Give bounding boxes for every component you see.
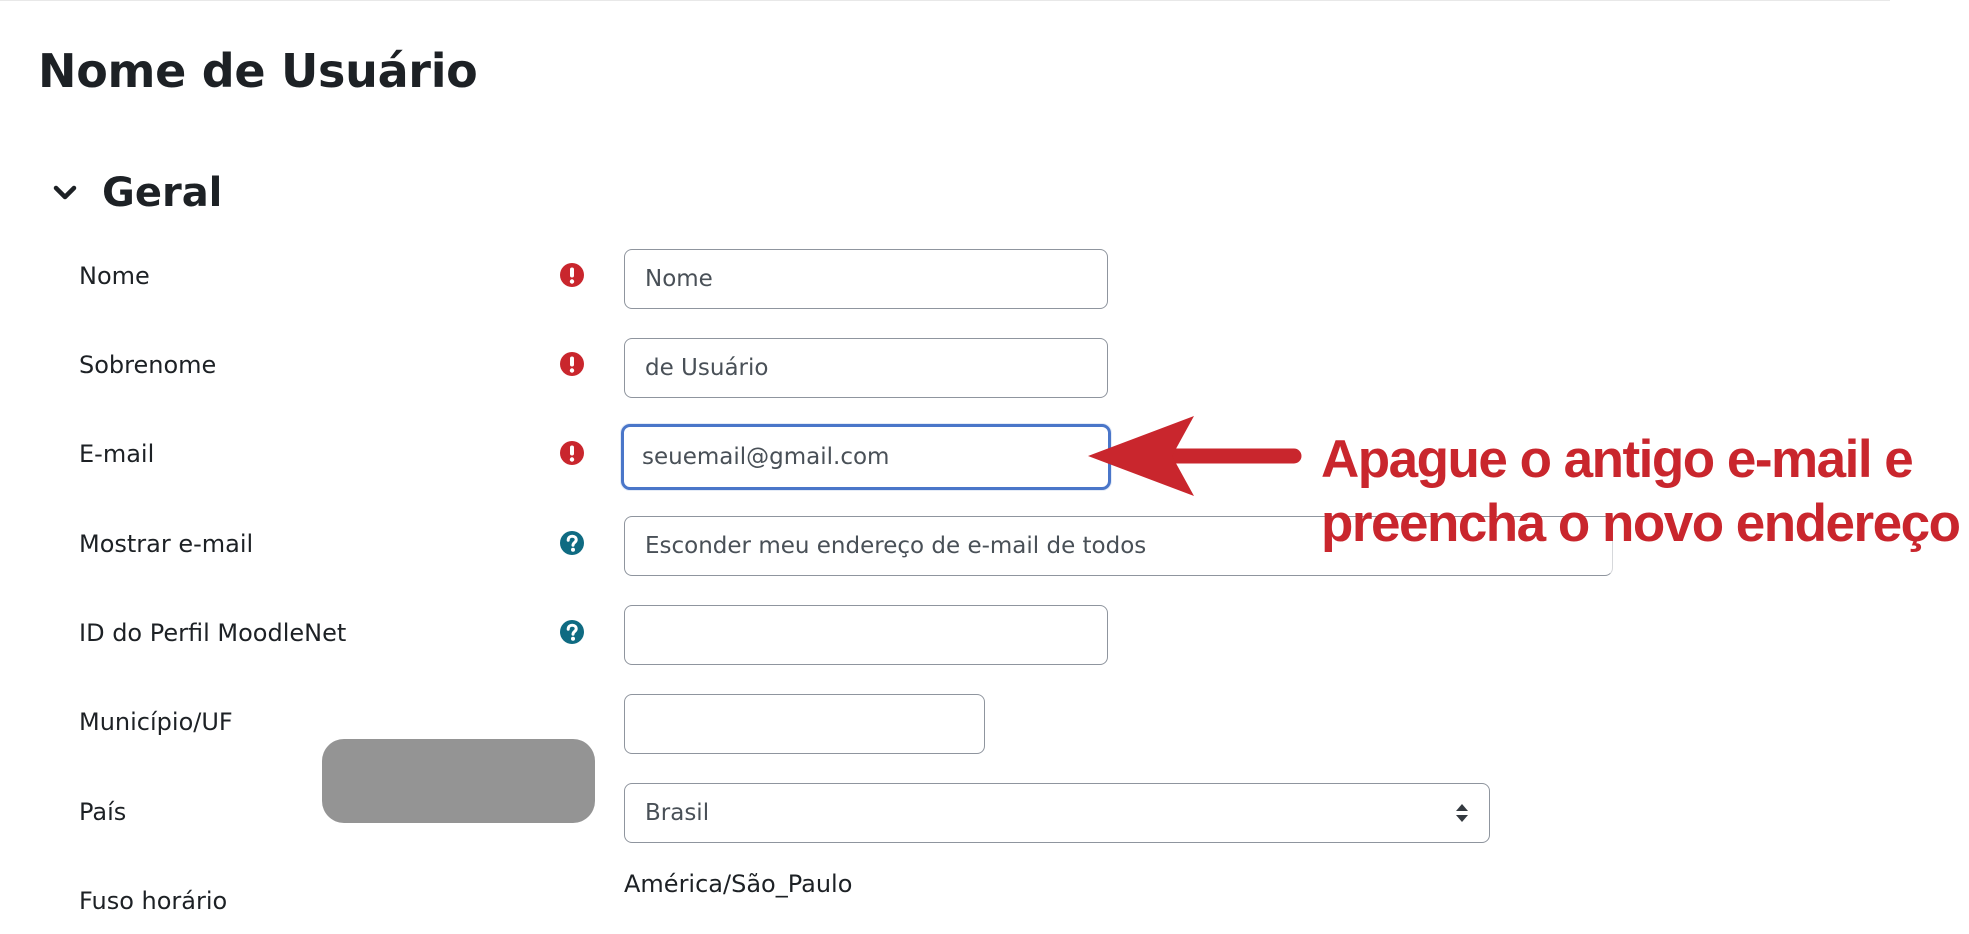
fuso-value: América/São_Paulo (624, 870, 853, 898)
question-circle-icon[interactable] (559, 619, 585, 645)
select-arrows-icon (1456, 804, 1468, 822)
exclamation-circle-icon[interactable] (559, 351, 585, 377)
nome-input[interactable] (624, 249, 1108, 309)
moodlenet-input[interactable] (624, 605, 1108, 665)
section-toggle-geral[interactable]: Geral (48, 170, 222, 216)
section-title: Geral (102, 170, 223, 216)
annotation-line-2: preencha o novo endereço (1321, 494, 1961, 553)
label-fuso: Fuso horário (79, 887, 228, 915)
annotation-line-1: Apague o antigo e-mail e (1321, 430, 1914, 489)
label-mostrar-email: Mostrar e-mail (79, 530, 254, 558)
annotation-arrow-icon (1088, 416, 1302, 496)
pais-selected: Brasil (645, 800, 710, 826)
email-input[interactable] (621, 424, 1111, 490)
question-circle-icon[interactable] (559, 530, 585, 556)
annotation-text: Apague o antigo e-mail e preencha o novo… (1321, 428, 1961, 556)
exclamation-circle-icon[interactable] (559, 262, 585, 288)
label-nome: Nome (79, 262, 150, 290)
label-moodlenet: ID do Perfil MoodleNet (79, 619, 347, 647)
page-title: Nome de Usuário (38, 44, 478, 98)
mostrar-email-selected: Esconder meu endereço de e-mail de todos (645, 533, 1147, 559)
pais-select[interactable]: Brasil (624, 783, 1490, 843)
chevron-down-icon (53, 185, 77, 200)
top-divider (0, 0, 1890, 1)
label-sobrenome: Sobrenome (79, 351, 217, 379)
municipio-input[interactable] (624, 694, 985, 754)
label-municipio: Município/UF (79, 708, 233, 736)
sobrenome-input[interactable] (624, 338, 1108, 398)
exclamation-circle-icon[interactable] (559, 440, 585, 466)
redaction-overlay (322, 739, 595, 823)
label-email: E-mail (79, 440, 155, 468)
label-pais: País (79, 798, 127, 826)
